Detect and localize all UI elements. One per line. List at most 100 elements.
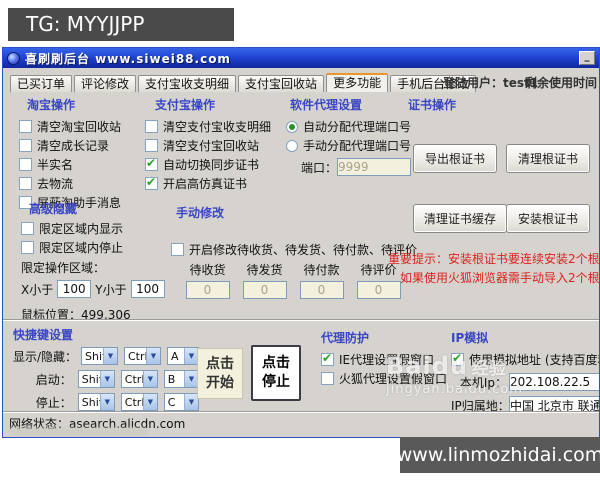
- x-limit-input[interactable]: [57, 280, 92, 298]
- content-panel: 淘宝操作 清空淘宝回收站 清空成长记录 半实名 去物流 屏蔽淘助手消息 支付宝操…: [3, 92, 599, 437]
- local-ip-input[interactable]: [509, 373, 599, 391]
- clean-root-cert-button[interactable]: 清理根证书: [506, 144, 590, 173]
- hotkey-select-value: Ctrl: [124, 372, 143, 386]
- section-title: 淘宝操作: [27, 98, 76, 112]
- warning-line2: 如果使用火狐浏览器需手动导入2个根证书: [400, 271, 599, 285]
- checkbox-row[interactable]: 清空成长记录: [19, 136, 151, 155]
- click-start-button[interactable]: 点击开始: [197, 348, 243, 399]
- x-limit-label: X小于: [21, 282, 54, 297]
- checkbox[interactable]: [451, 351, 464, 366]
- hotkey-select-value: C: [167, 395, 176, 409]
- tab-alipay-recycle[interactable]: 支付宝回收站: [238, 75, 325, 92]
- checkbox-row[interactable]: 限定区域内停止: [21, 238, 179, 257]
- section-taobao-ops: 淘宝操作 清空淘宝回收站 清空成长记录 半实名 去物流 屏蔽淘助手消息: [19, 96, 151, 212]
- checkbox-row[interactable]: 去物流: [19, 174, 151, 193]
- chevron-down-icon: ▼: [184, 394, 198, 410]
- radio-row[interactable]: 手动分配代理端口号: [286, 136, 426, 155]
- checkbox[interactable]: [21, 241, 34, 254]
- checkbox-row[interactable]: 自动切换同步证书: [145, 155, 297, 174]
- export-root-cert-button[interactable]: 导出根证书: [413, 144, 497, 173]
- remaining-time-label: 剩余使用时间：44.: [525, 76, 599, 90]
- checkbox[interactable]: [171, 243, 184, 256]
- checkbox-row[interactable]: 限定区域内显示: [21, 219, 179, 238]
- section-alipay-ops: 支付宝操作 清空支付宝收支明细 清空支付宝回收站 自动切换同步证书 开启高仿真证…: [145, 96, 297, 193]
- section-proxy-settings: 软件代理设置 自动分配代理端口号 手动分配代理端口号 端口：: [286, 96, 426, 176]
- hotkey-label: 显示/隐藏：: [13, 349, 78, 364]
- hotkey-select[interactable]: C ▼: [163, 393, 199, 411]
- local-ip-label: 本机Ip：: [459, 375, 507, 390]
- minimize-button[interactable]: _: [579, 51, 595, 65]
- section-title: IP模拟: [451, 331, 489, 345]
- awaiting-receipt-input[interactable]: [185, 281, 230, 299]
- checkbox[interactable]: [19, 139, 32, 152]
- screenshot-root: TG: MYYJJPP 喜刷刷后台 www.siwei88.com _ 已买订单…: [0, 0, 600, 480]
- checkbox-row[interactable]: 使用模拟地址 (支持百度和360搜索: [451, 350, 599, 369]
- checkbox-label: 自动切换同步证书: [163, 158, 260, 172]
- checkbox[interactable]: [145, 156, 158, 171]
- checkbox[interactable]: [145, 175, 158, 190]
- checkbox-row[interactable]: 开启高仿真证书: [145, 174, 297, 193]
- hotkey-select[interactable]: Shif▼: [81, 347, 118, 365]
- checkbox-label: 限定区域内停止: [39, 241, 124, 255]
- tg-banner-text: TG: MYYJJPP: [26, 12, 145, 36]
- checkbox-row[interactable]: 开启修改待收货、待发货、待付款、待评价: [171, 240, 417, 259]
- checkbox-row[interactable]: IE代理设置假窗口: [321, 350, 456, 369]
- checkbox[interactable]: [19, 120, 32, 133]
- checkbox-row[interactable]: 清空淘宝回收站: [19, 117, 151, 136]
- checkbox[interactable]: [19, 158, 32, 171]
- checkbox[interactable]: [321, 351, 334, 366]
- chevron-down-icon: ▼: [142, 371, 157, 387]
- checkbox[interactable]: [21, 222, 34, 235]
- site-banner: www.linmozhidai.com: [396, 437, 600, 473]
- section-title: 快捷键设置: [13, 328, 74, 342]
- titlebar: 喜刷刷后台 www.siwei88.com _: [3, 48, 599, 68]
- section-title: 手动修改: [176, 206, 225, 220]
- checkbox-label: 开启高仿真证书: [163, 177, 248, 191]
- y-limit-input[interactable]: [130, 280, 165, 298]
- checkbox[interactable]: [19, 177, 32, 190]
- hotkey-row-stop: 停止： Shif▼ Ctrl▼ C▼: [13, 393, 205, 411]
- hotkey-select[interactable]: B ▼: [163, 370, 199, 388]
- hotkey-select[interactable]: Ctrl ▼: [120, 393, 158, 411]
- hotkey-select-value: Shif: [81, 395, 100, 409]
- awaiting-shipment-input[interactable]: [242, 281, 287, 299]
- warning-line1: 重要提示：安装根证书要连续安装2个根证书: [388, 252, 599, 266]
- install-root-cert-button[interactable]: 安装根证书: [506, 204, 590, 233]
- hotkey-select[interactable]: Ctrl ▼: [120, 370, 158, 388]
- checkbox-row[interactable]: 火狐代理设置假窗口: [321, 369, 456, 388]
- tab-more-functions[interactable]: 更多功能: [326, 73, 389, 92]
- tab-review-edit[interactable]: 评论修改: [74, 75, 137, 92]
- chevron-down-icon: ▼: [184, 348, 198, 364]
- click-stop-button[interactable]: 点击停止: [251, 345, 301, 401]
- radio-button[interactable]: [286, 120, 298, 133]
- censored-blur-block: [9, 428, 147, 437]
- stop-button-label: 点击停止: [262, 355, 290, 390]
- app-window: 喜刷刷后台 www.siwei88.com _ 已买订单 评论修改 支付宝收支明…: [2, 47, 600, 438]
- tab-bought-orders[interactable]: 已买订单: [10, 75, 73, 92]
- awaiting-payment-input[interactable]: [299, 281, 344, 299]
- radio-label: 自动分配代理端口号: [303, 120, 412, 134]
- section-title: 高级隐藏: [29, 202, 78, 216]
- checkbox-row[interactable]: 清空支付宝回收站: [145, 136, 297, 155]
- status-bar: 网络状态：asearch.alicdn.com: [3, 411, 599, 437]
- site-banner-text: www.linmozhidai.com: [396, 444, 600, 466]
- hotkey-select[interactable]: A ▼: [167, 347, 199, 365]
- port-input[interactable]: [337, 158, 412, 176]
- checkbox[interactable]: [145, 139, 158, 152]
- radio-row[interactable]: 自动分配代理端口号: [286, 117, 426, 136]
- section-proxy-guard: 代理防护 IE代理设置假窗口 火狐代理设置假窗口: [321, 329, 456, 388]
- checkbox-row[interactable]: 清空支付宝收支明细: [145, 117, 297, 136]
- checkbox-row[interactable]: 半实名: [19, 155, 151, 174]
- hotkey-label: 停止：: [35, 395, 72, 410]
- section-hotkeys: 快捷键设置 显示/隐藏： Shif▼ Ctrl▼ A▼ 启动： Shif▼ Ct…: [13, 326, 205, 416]
- checkbox[interactable]: [321, 372, 334, 385]
- checkbox[interactable]: [145, 120, 158, 133]
- hotkey-select[interactable]: Shif▼: [77, 393, 115, 411]
- tab-alipay-statement[interactable]: 支付宝收支明细: [138, 75, 237, 92]
- hotkey-select[interactable]: Ctrl ▼: [124, 347, 161, 365]
- hotkey-select[interactable]: Shif▼: [77, 370, 115, 388]
- radio-button[interactable]: [286, 139, 298, 152]
- section-title: 软件代理设置: [290, 98, 363, 112]
- panel-divider: [3, 319, 599, 320]
- clean-cert-cache-button[interactable]: 清理证书缓存: [413, 204, 507, 233]
